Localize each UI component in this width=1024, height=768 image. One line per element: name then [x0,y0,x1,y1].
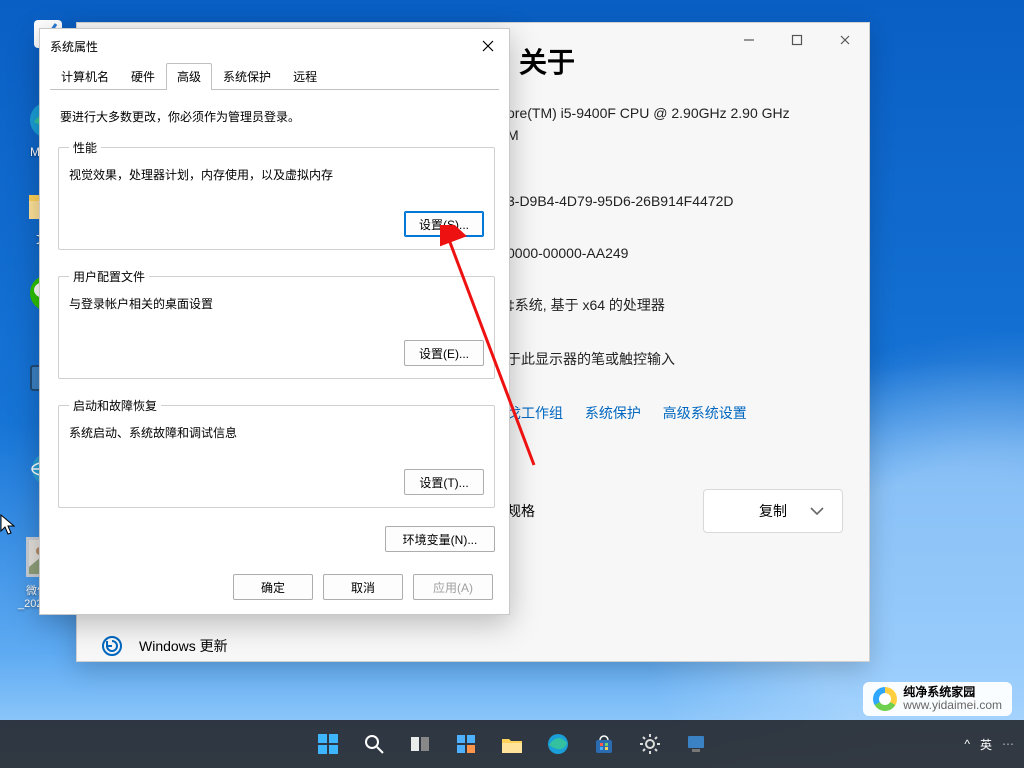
env-vars-button[interactable]: 环境变量(N)... [385,526,495,552]
ok-button[interactable]: 确定 [233,574,313,600]
tab-strip: 计算机名 硬件 高级 系统保护 远程 [40,63,509,89]
widgets-button[interactable] [446,724,486,764]
page-title: 关于 [519,41,851,81]
watermark-logo-icon [873,687,897,711]
tray-chevron[interactable]: ^ [964,737,970,751]
tab-remote[interactable]: 远程 [282,63,328,90]
desc-profile: 与登录帐户相关的桌面设置 [69,295,484,312]
group-profile: 用户配置文件 与登录帐户相关的桌面设置 设置(E)... [58,268,495,379]
apply-button[interactable]: 应用(A) [413,574,493,600]
search-button[interactable] [354,724,394,764]
tray: ^ 英 ⋯ [964,736,1014,753]
spec-header: 规格 [507,501,535,521]
legend-startup: 启动和故障恢复 [69,397,161,414]
tab-protect[interactable]: 系统保护 [212,63,282,90]
arch-text: ‡系统, 基于 x64 的处理器 [507,295,947,315]
related-links: 戈工作组 系统保护 高级系统设置 [507,403,947,423]
cancel-button[interactable]: 取消 [323,574,403,600]
group-performance: 性能 视觉效果，处理器计划，内存使用，以及虚拟内存 设置(S)... [58,139,495,250]
ime-indicator[interactable]: 英 [980,736,992,753]
explorer-button[interactable] [492,724,532,764]
tab-computer-name[interactable]: 计算机名 [50,63,120,90]
legend-performance: 性能 [69,139,101,156]
group-startup: 启动和故障恢复 系统启动、系统故障和调试信息 设置(T)... [58,397,495,508]
dialog-title: 系统属性 [50,38,473,55]
start-button[interactable] [308,724,348,764]
tab-advanced[interactable]: 高级 [166,63,212,90]
desc-startup: 系统启动、系统故障和调试信息 [69,424,484,441]
pen-text: 于此显示器的笔或触控输入 [507,349,947,369]
taskbar: ^ 英 ⋯ [0,720,1024,768]
settings-icon[interactable] [630,724,670,764]
link-advanced[interactable]: 高级系统设置 [663,405,747,421]
cpu-text: ore(TM) i5-9400F CPU @ 2.90GHz 2.90 GHz [507,105,947,121]
update-icon [101,635,123,657]
cursor-icon [0,514,18,536]
watermark-line2: www.yidaimei.com [903,699,1002,712]
letter-m: M [507,127,947,143]
device-id: 3-D9B4-4D79-95D6-26B914F4472D [507,193,947,209]
admin-hint: 要进行大多数更改，你必须作为管理员登录。 [60,108,495,125]
watermark: 纯净系统家园 www.yidaimei.com [863,682,1012,716]
desc-performance: 视觉效果，处理器计划，内存使用，以及虚拟内存 [69,166,484,183]
annotation-arrow [440,225,550,475]
app-icon[interactable] [676,724,716,764]
taskview-button[interactable] [400,724,440,764]
dialog-close-button[interactable] [473,33,503,59]
windows-update-item[interactable]: Windows 更新 [101,635,228,657]
edge-button[interactable] [538,724,578,764]
chevron-down-icon[interactable] [809,503,825,519]
watermark-line1: 纯净系统家园 [903,686,1002,699]
store-button[interactable] [584,724,624,764]
link-protect[interactable]: 系统保护 [585,405,641,421]
tab-hardware[interactable]: 硬件 [120,63,166,90]
legend-profile: 用户配置文件 [69,268,149,285]
product-id: 0000-00000-AA249 [507,245,947,261]
